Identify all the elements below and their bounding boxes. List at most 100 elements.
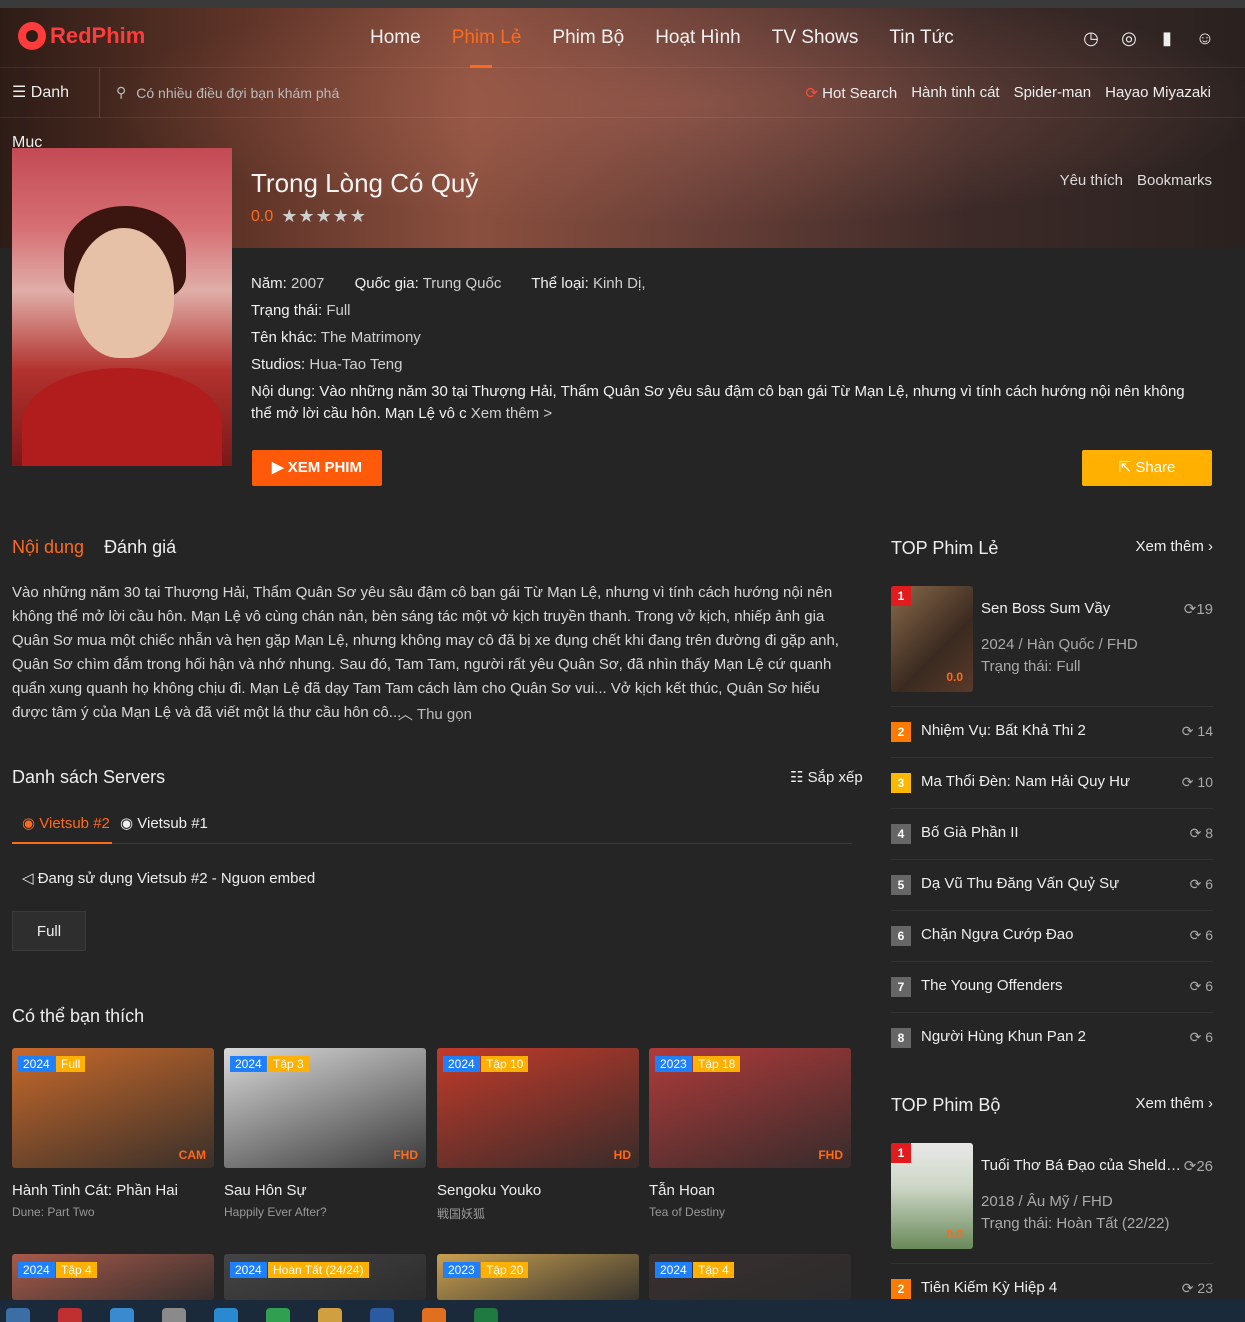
nav-phim-le[interactable]: Phim Lẻ [452,8,521,68]
app-icon[interactable] [266,1308,290,1322]
search-placeholder: Có nhiều điều đợi bạn khám phá [136,84,340,101]
app-icon[interactable] [162,1308,186,1322]
related-card[interactable]: 2024 Hoàn Tất (24/24) [224,1254,426,1300]
card-title: Sau Hôn Sự [224,1182,307,1199]
country-link[interactable]: Trung Quốc [423,275,502,292]
genre-link[interactable]: Kinh Dị, [593,275,646,292]
fire-icon: ⟳ [805,85,818,102]
rating-stars[interactable]: ★★★★★ [281,206,367,227]
app-icon[interactable] [58,1308,82,1322]
app-icon[interactable] [318,1308,342,1322]
search-icon: ⚲ [116,84,127,100]
bookmarks-button[interactable]: Bookmarks [1137,172,1212,189]
ranking-item[interactable]: 6 Chặn Ngựa Cướp Đao ⟳ 6 [891,910,1213,961]
nav-hoat-hinh[interactable]: Hoạt Hình [655,8,741,68]
rank-badge: 2 [891,722,911,742]
brand-name: RedPhim [50,23,146,48]
window-top-strip [0,0,1245,8]
ranking-item[interactable]: 5 Dạ Vũ Thu Đăng Vấn Quỷ Sự ⟳ 6 [891,859,1213,910]
ranking-item[interactable]: 3 Ma Thổi Đèn: Nam Hải Quy Hư ⟳ 10 [891,757,1213,808]
ranking-item[interactable]: 7 The Young Offenders ⟳ 6 [891,961,1213,1012]
chat-icon[interactable]: ◎ [1119,28,1139,48]
nav-home[interactable]: Home [370,8,421,68]
movie-rating: 0.0 ★★★★★ [251,206,367,227]
hot-term[interactable]: Spider-man [1014,84,1092,102]
episode-button[interactable]: Full [12,911,86,951]
ranking-item[interactable]: 2 Nhiệm Vụ: Bất Khả Thi 2 ⟳ 14 [891,706,1213,757]
refresh-icon: ⟳ [1189,825,1206,841]
sort-icon: ☷ [790,769,804,786]
related-card[interactable]: 2024 Tập 4 [12,1254,214,1300]
card-thumbnail: 2024 Full CAM [12,1048,214,1168]
watch-button[interactable]: ▶ XEM PHIM [252,450,382,486]
episode-badge: Tập 10 [481,1056,529,1072]
featured-status: Trạng thái: Full [981,658,1081,675]
sort-button[interactable]: ☷ Sắp xếp [790,768,863,786]
see-more-link[interactable]: Xem thêm › [1135,1095,1213,1116]
featured-meta: 2018 / Âu Mỹ / FHD [981,1193,1113,1210]
server-status: ◁ Đang sử dụng Vietsub #2 - Nguon embed [22,870,316,887]
rank-title: Chặn Ngựa Cướp Đao [921,926,1074,943]
refresh-icon: ⟳ [1189,1029,1206,1045]
category-menu-button[interactable]: ☰ Danh Mục [0,68,100,151]
view-count: ⟳ 23 [1181,1280,1213,1296]
featured-thumbnail: 1 0.0 [891,1143,973,1249]
browser-icon[interactable] [6,1308,30,1322]
card-subtitle: 戦国妖狐 [437,1207,486,1221]
search-input[interactable]: ⚲ Có nhiều điều đợi bạn khám phá [116,84,339,101]
hot-term[interactable]: Hayao Miyazaki [1105,84,1211,102]
tab-content[interactable]: Nội dung [12,537,84,558]
server-tab-vietsub-1[interactable]: ◉ Vietsub #1 [120,814,208,832]
app-icon[interactable] [110,1308,134,1322]
related-title: Có thể bạn thích [12,1006,145,1026]
nav-tin-tuc[interactable]: Tin Tức [889,8,953,68]
read-more-link[interactable]: Xem thêm > [471,405,552,422]
card-thumbnail: 2024 Tập 3 FHD [224,1048,426,1168]
chart-icon[interactable]: ▮ [1157,28,1177,48]
content-tabs: Nội dung Đánh giá [12,537,176,558]
year-badge: 2023 [443,1262,480,1278]
ranking-item[interactable]: 4 Bố Già Phần II ⟳ 8 [891,808,1213,859]
score: 0.0 [251,207,274,225]
telegram-icon[interactable] [214,1308,238,1322]
app-icon[interactable] [422,1308,446,1322]
tab-reviews[interactable]: Đánh giá [104,537,176,558]
active-tab-underline [12,842,112,844]
related-card[interactable]: 2024 Full CAM Hành Tinh Cát: Phần Hai Dune: … [12,1048,214,1219]
featured-thumbnail: 1 0.0 [891,586,973,692]
hot-term[interactable]: Hành tinh cát [911,84,999,102]
ranking-item[interactable]: 8 Người Hùng Khun Pan 2 ⟳ 6 [891,1012,1213,1063]
collapse-button[interactable]: ︿ Thu gọn [398,703,472,724]
rank-badge: 3 [891,773,911,793]
refresh-icon: ⟳ [1181,774,1198,790]
refresh-icon: ⟳ [1189,978,1206,994]
refresh-icon: ⟳ [1189,876,1206,892]
user-icon[interactable]: ☺ [1195,28,1215,48]
view-count: ⟳ 10 [1181,774,1213,790]
year-badge: 2024 [230,1056,267,1072]
nav-phim-bo[interactable]: Phim Bộ [552,8,624,68]
related-card[interactable]: 2023 Tập 18 FHD Tẫn Hoan Tea of Destiny [649,1048,851,1219]
card-thumbnail: 2023 Tập 20 [437,1254,639,1300]
logo[interactable]: RedPhim [18,22,145,50]
excel-icon[interactable] [474,1308,498,1322]
history-icon[interactable]: ◷ [1081,28,1101,48]
view-count: ⟳ 6 [1189,978,1213,994]
quality-label: FHD [393,1148,418,1162]
server-tab-vietsub-2[interactable]: ◉ Vietsub #2 [22,814,110,832]
related-card[interactable]: 2024 Tập 3 FHD Sau Hôn Sự Happily Ever After… [224,1048,426,1219]
related-card[interactable]: 2023 Tập 20 [437,1254,639,1300]
top-le-featured[interactable]: 1 0.0 Sen Boss Sum Vầy ⟳19 2024 / Hàn Qu… [891,586,1213,694]
app-icon[interactable] [370,1308,394,1322]
favorite-button[interactable]: Yêu thích [1060,172,1123,189]
share-button[interactable]: ⇱ Share [1082,450,1212,486]
related-card[interactable]: 2024 Tập 10 HD Sengoku Youko 戦国妖狐 [437,1048,639,1222]
nav-tv-shows[interactable]: TV Shows [772,8,859,68]
see-more-link[interactable]: Xem thêm › [1135,538,1213,559]
related-card[interactable]: 2024 Tập 4 [649,1254,851,1300]
os-taskbar [0,1300,1245,1322]
featured-meta: 2024 / Hàn Quốc / FHD [981,636,1138,653]
view-count: ⟳ 6 [1189,927,1213,943]
top-bo-featured[interactable]: 1 0.0 Tuổi Thơ Bá Đạo của Sheldon (Phần … [891,1143,1213,1251]
main-nav: Home Phim Lẻ Phim Bộ Hoạt Hình TV Shows … [370,8,985,68]
